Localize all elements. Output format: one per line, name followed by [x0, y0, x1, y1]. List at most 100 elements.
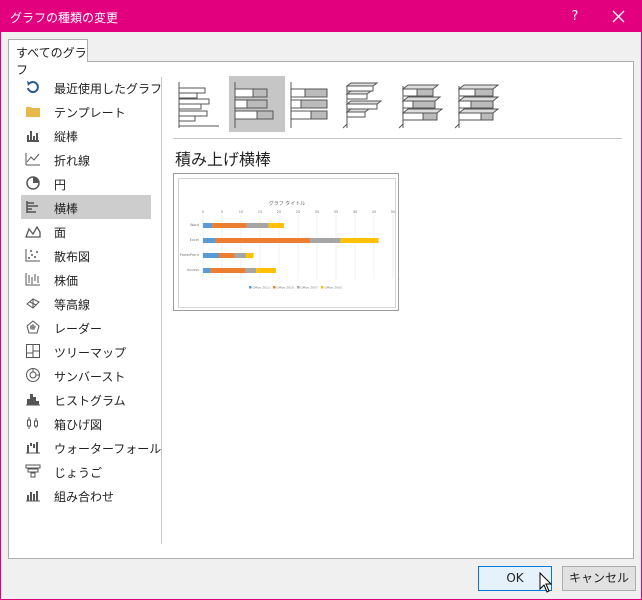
preview-axis-tick: 20: [277, 210, 281, 214]
sidebar-item-label: ヒストグラム: [54, 394, 126, 408]
preview-bar-segment: [203, 223, 213, 228]
preview-category-label: Word: [190, 223, 199, 227]
chart-category-list: 最近使用したグラフテンプレート縦棒折れ線円横棒面散布図株価等高線レーダーツリーマ…: [21, 75, 162, 507]
sidebar-item-stock-chart[interactable]: 株価: [21, 267, 151, 291]
sidebar-item-column-chart[interactable]: 縦棒: [21, 123, 151, 147]
preview-legend-label: Office 2013: [253, 286, 270, 290]
preview-legend-swatch: [249, 286, 252, 289]
subtype-clustered-bar[interactable]: [173, 76, 229, 132]
sidebar-item-label: 株価: [54, 274, 79, 288]
sidebar-item-label: 円: [54, 178, 67, 192]
preview-bar-segment: [203, 238, 216, 243]
preview-bar-segment: [268, 223, 284, 228]
chart-type-panel: 最近使用したグラフテンプレート縦棒折れ線円横棒面散布図株価等高線レーダーツリーマ…: [8, 61, 634, 559]
sidebar-item-funnel-chart[interactable]: じょうご: [21, 459, 151, 483]
sidebar-item-box-whisker-chart[interactable]: 箱ひげ図: [21, 411, 151, 435]
sidebar-item-label: 組み合わせ: [54, 490, 115, 504]
box-whisker-chart-icon: [27, 417, 38, 429]
subtype-3d-clustered-bar[interactable]: [341, 76, 397, 132]
subtype-100-stacked-bar[interactable]: [285, 76, 341, 132]
subtype-title: 積み上げ横棒: [175, 150, 272, 169]
sidebar-item-sunburst-chart[interactable]: サンバースト: [21, 363, 151, 387]
sidebar-item-label: 等高線: [54, 298, 91, 312]
clustered-bar-icon: [178, 82, 219, 128]
preview-axis-tick: 40: [353, 210, 357, 214]
pie-chart-icon: [26, 176, 40, 190]
sidebar-item-pie-chart[interactable]: 円: [21, 171, 151, 195]
sidebar-item-area-chart[interactable]: 面: [21, 219, 151, 243]
mouse-cursor-icon: [539, 572, 553, 593]
sidebar-item-histogram-chart[interactable]: ヒストグラム: [21, 387, 151, 411]
sidebar-item-line-chart[interactable]: 折れ線: [21, 147, 151, 171]
preview-axis-tick: 5: [221, 210, 223, 214]
subtype-stacked-bar[interactable]: [229, 76, 285, 132]
preview-axis-tick: 0: [202, 210, 204, 214]
3d-stacked-bar-icon: [398, 84, 444, 129]
preview-bar-segment: [203, 253, 219, 258]
sidebar-item-label: 散布図: [54, 250, 91, 264]
treemap-chart-icon: [26, 344, 40, 358]
preview-bar-segment: [245, 253, 254, 258]
preview-chart-title: グラフ タイトル: [269, 200, 306, 207]
subtype-3d-stacked-bar[interactable]: [397, 76, 453, 132]
preview-bar-segment: [234, 253, 246, 258]
preview-chart-svg: グラフ タイトル 0 5 10 15 20 25 30 35 40 45 50 Word Excel Pow…: [180, 200, 396, 290]
preview-bar-segment: [210, 268, 246, 273]
sidebar-item-label: レーダー: [54, 322, 103, 336]
sidebar-item-treemap-chart[interactable]: ツリーマップ: [21, 339, 151, 363]
sidebar-item-label: 縦棒: [54, 130, 79, 144]
preview-bar-segment: [203, 268, 211, 273]
dialog-title: グラフの種類の変更: [10, 11, 119, 25]
cancel-button[interactable]: キャンセル: [562, 566, 636, 591]
chart-preview[interactable]: グラフ タイトル 0 5 10 15 20 25 30 35 40 45 50 Word Excel Pow…: [173, 173, 399, 311]
sidebar-item-label: 折れ線: [54, 154, 91, 168]
sidebar-item-label: サンバースト: [54, 370, 126, 384]
preview-axis-tick: 25: [296, 210, 300, 214]
sidebar-item-label: じょうご: [54, 466, 103, 480]
horizontal-divider: [173, 138, 622, 139]
radar-chart-icon: [26, 320, 40, 334]
bar-chart-icon: [26, 201, 38, 213]
chart-subtype-gallery: [173, 76, 613, 134]
sidebar-item-label: 箱ひげ図: [54, 418, 103, 432]
sidebar-item-surface-chart[interactable]: 等高線: [21, 291, 151, 315]
title-bar: グラフの種類の変更 ?: [1, 1, 641, 32]
preview-bar-segment: [246, 223, 269, 228]
close-icon: [612, 10, 625, 23]
sidebar-item-waterfall-chart[interactable]: ウォーターフォール: [21, 435, 161, 459]
sidebar-item-label: ツリーマップ: [54, 346, 127, 360]
preview-axis-tick: 10: [239, 210, 243, 214]
preview-axis-tick: 35: [334, 210, 338, 214]
preview-legend-swatch: [273, 286, 276, 289]
sidebar-item-folder[interactable]: テンプレート: [21, 99, 151, 123]
subtype-3d-100-stacked-bar[interactable]: [453, 76, 509, 132]
sidebar-item-label: 最近使用したグラフ: [54, 82, 163, 96]
sunburst-chart-icon: [26, 368, 40, 382]
sidebar-item-combo-chart[interactable]: 組み合わせ: [21, 483, 151, 507]
preview-bar-segment: [218, 253, 235, 258]
preview-bar-segment: [310, 238, 341, 243]
sidebar-item-bar-chart[interactable]: 横棒: [21, 195, 151, 219]
preview-axis-tick: 15: [258, 210, 262, 214]
close-button[interactable]: [599, 1, 639, 32]
change-chart-type-dialog: グラフの種類の変更 ? すべてのグラフ 最近使用したグラフテンプレート縦棒折れ線…: [0, 0, 642, 600]
histogram-chart-icon: [26, 394, 40, 406]
folder-icon: [26, 107, 40, 117]
preview-axis-tick: 30: [315, 210, 319, 214]
preview-legend-swatch: [321, 286, 324, 289]
help-button[interactable]: ?: [557, 1, 593, 32]
tab-all-charts[interactable]: すべてのグラフ: [8, 39, 88, 77]
sidebar-item-recent[interactable]: 最近使用したグラフ: [21, 75, 162, 99]
preview-legend-label: Office 2003: [325, 286, 342, 290]
preview-legend-swatch: [297, 286, 300, 289]
recent-icon: [27, 81, 39, 94]
3d-clustered-bar-icon: [342, 82, 383, 129]
preview-legend-label: Office 2007: [301, 286, 318, 290]
preview-bar-segment: [256, 268, 276, 273]
surface-chart-icon: [26, 298, 40, 309]
preview-category-label: Access: [187, 268, 199, 272]
sidebar-item-scatter-chart[interactable]: 散布図: [21, 243, 151, 267]
area-chart-icon: [25, 225, 41, 238]
preview-bar-segment: [212, 223, 247, 228]
sidebar-item-radar-chart[interactable]: レーダー: [21, 315, 151, 339]
